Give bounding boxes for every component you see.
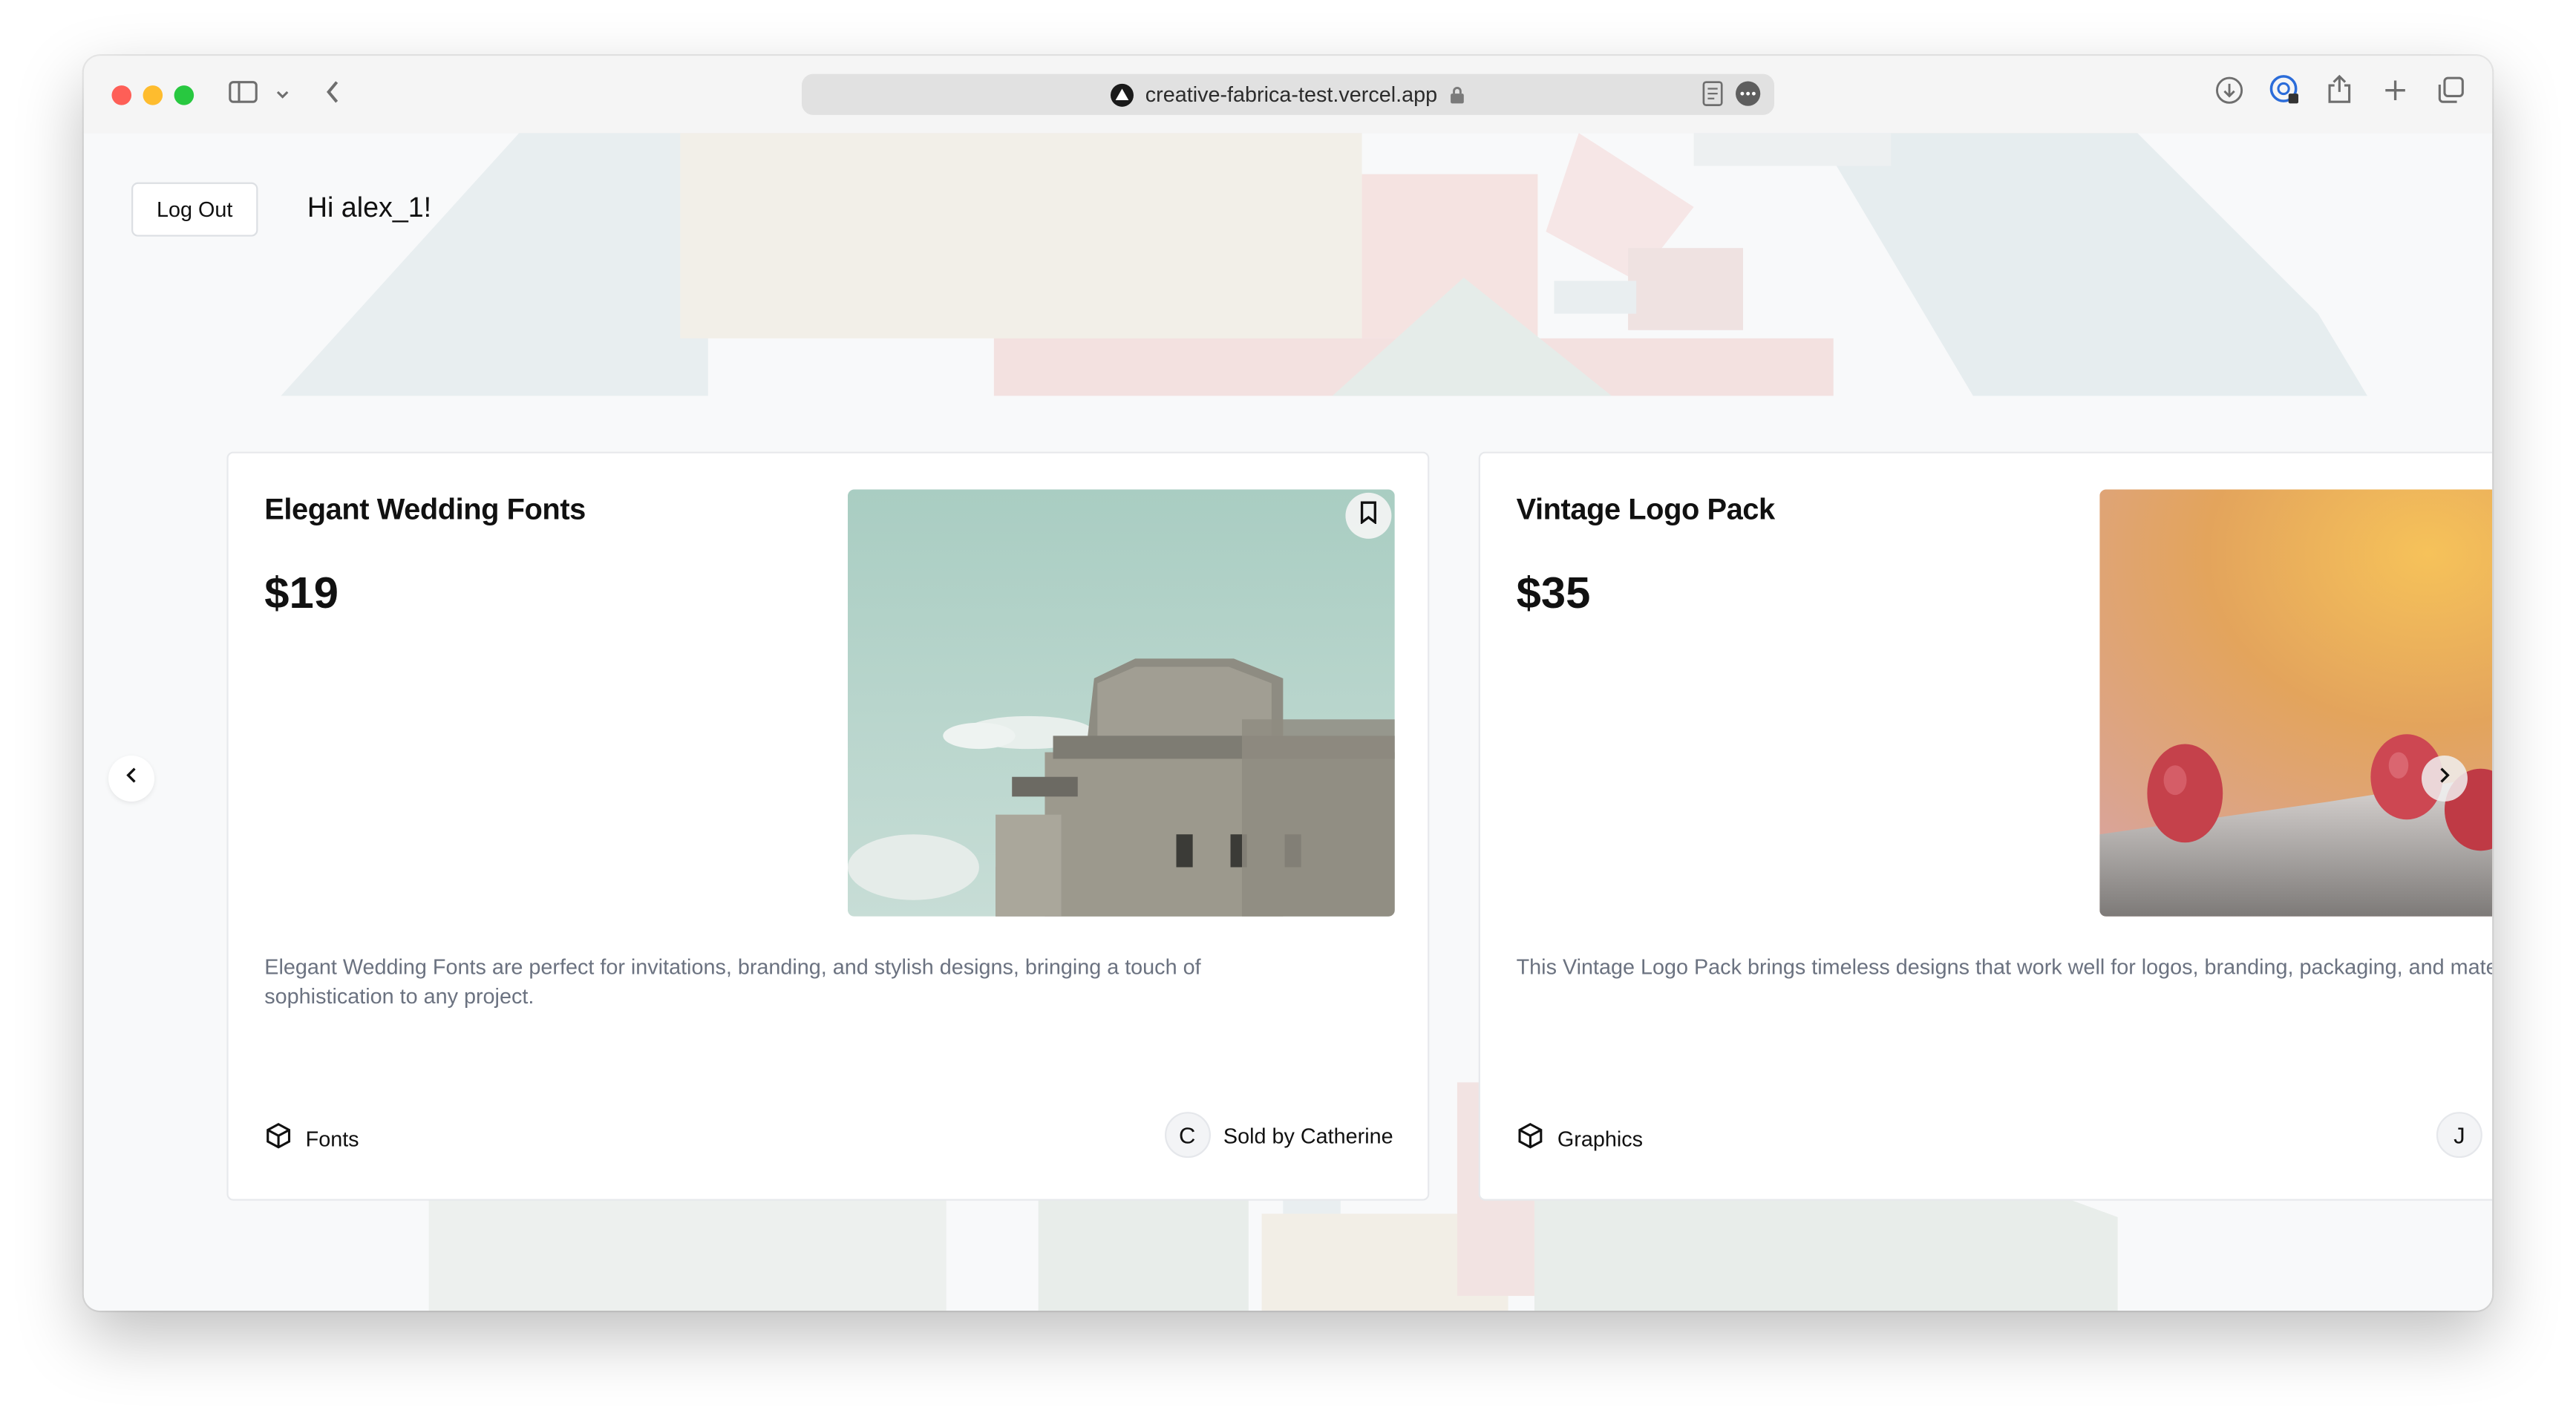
sidebar-dropdown-button[interactable] bbox=[268, 77, 298, 114]
product-price: $19 bbox=[264, 568, 339, 618]
password-extension-button[interactable] bbox=[2267, 73, 2304, 114]
minimize-window-button[interactable] bbox=[143, 85, 163, 105]
category-label: Graphics bbox=[1557, 1126, 1644, 1151]
sidebar-toggle-button[interactable] bbox=[225, 77, 261, 114]
box-icon bbox=[264, 1121, 305, 1154]
more-options-icon[interactable] bbox=[1735, 80, 1761, 111]
new-tab-button[interactable] bbox=[2377, 76, 2413, 112]
browser-toolbar: creative-fabrica-test.vercel.app bbox=[83, 56, 2493, 135]
plus-icon bbox=[2382, 76, 2408, 111]
password-icon bbox=[2269, 73, 2301, 114]
logout-button[interactable]: Log Out bbox=[131, 182, 258, 237]
carousel-prev-button[interactable] bbox=[108, 755, 155, 802]
raspberries-photo bbox=[2099, 489, 2493, 917]
carousel-next-button[interactable] bbox=[2421, 755, 2468, 802]
sidebar-icon bbox=[229, 79, 258, 111]
product-description: Elegant Wedding Fonts are perfect for in… bbox=[264, 954, 1201, 1009]
share-icon bbox=[2327, 71, 2353, 112]
product-price: $35 bbox=[1516, 568, 1591, 618]
product-card[interactable]: Vintage Logo Pack $35 This Vintage Logo … bbox=[1478, 451, 2493, 1201]
product-category: Fonts bbox=[264, 1121, 359, 1154]
address-bar[interactable]: creative-fabrica-test.vercel.app bbox=[801, 73, 1775, 115]
tabs-icon bbox=[2436, 75, 2466, 113]
chevron-down-icon bbox=[275, 80, 291, 110]
reader-icon[interactable] bbox=[1702, 80, 1724, 111]
chevron-left-icon bbox=[324, 78, 344, 112]
product-description: This Vintage Logo Pack brings timeless d… bbox=[1516, 954, 2493, 979]
lock-icon bbox=[1449, 85, 1465, 105]
back-button[interactable] bbox=[316, 77, 352, 114]
bookmark-icon bbox=[1359, 500, 1379, 531]
close-window-button[interactable] bbox=[111, 85, 132, 105]
bookmark-button[interactable] bbox=[1345, 492, 1392, 539]
product-image bbox=[847, 489, 1395, 917]
product-card[interactable]: Elegant Wedding Fonts $19 Elegant Weddin… bbox=[226, 451, 1430, 1201]
product-title: Elegant Wedding Fonts bbox=[264, 492, 586, 526]
page-content: Log Out Hi alex_1! Elegant Wedding Fonts… bbox=[83, 133, 2493, 1311]
seller-info: J bbox=[2436, 1112, 2482, 1159]
download-icon bbox=[2214, 75, 2244, 113]
category-label: Fonts bbox=[305, 1126, 359, 1151]
avatar: C bbox=[1164, 1112, 1211, 1159]
seller-info: C Sold by Catherine bbox=[1164, 1112, 1393, 1159]
tab-overview-button[interactable] bbox=[2433, 76, 2469, 112]
address-url: creative-fabrica-test.vercel.app bbox=[1145, 82, 1438, 107]
product-title: Vintage Logo Pack bbox=[1516, 492, 1776, 526]
box-icon bbox=[1517, 1121, 1557, 1154]
chevron-right-icon bbox=[2436, 764, 2453, 793]
site-favicon-icon bbox=[1111, 82, 1134, 106]
avatar: J bbox=[2436, 1112, 2482, 1159]
product-category: Graphics bbox=[1517, 1121, 1643, 1154]
chevron-left-icon bbox=[123, 764, 140, 793]
downloads-button[interactable] bbox=[2211, 76, 2248, 112]
building-photo bbox=[847, 489, 1395, 917]
maximize-window-button[interactable] bbox=[174, 85, 194, 105]
share-button[interactable] bbox=[2321, 71, 2358, 112]
seller-label: Sold by Catherine bbox=[1223, 1122, 1393, 1147]
product-image bbox=[2099, 489, 2493, 917]
greeting-text: Hi alex_1! bbox=[307, 191, 432, 223]
browser-window: creative-fabrica-test.vercel.app Log Out… bbox=[83, 56, 2493, 1311]
